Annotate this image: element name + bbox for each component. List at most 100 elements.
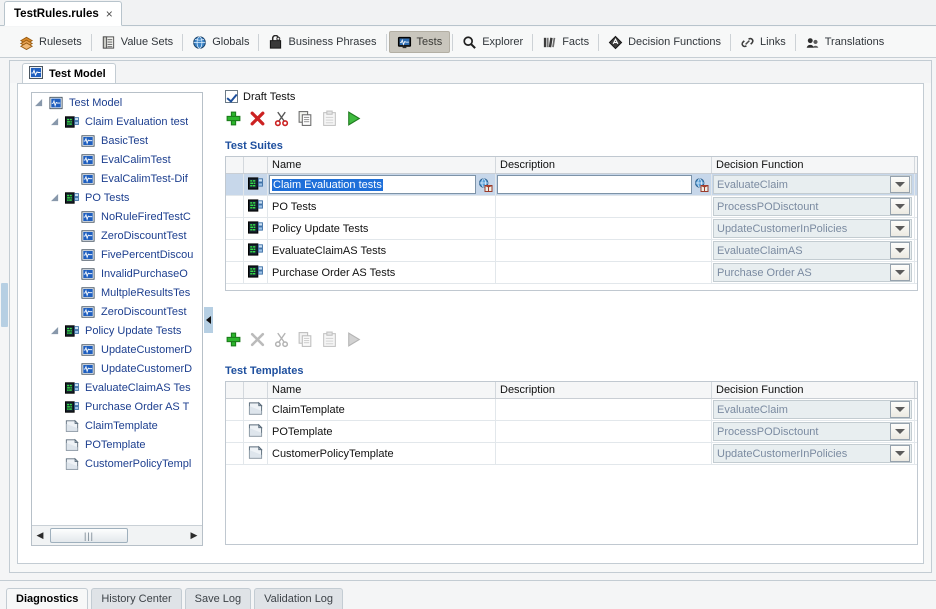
- expand-arrow-icon[interactable]: [54, 193, 63, 202]
- test-suite-name-cell[interactable]: Claim Evaluation tests: [268, 174, 496, 195]
- row-selector[interactable]: [226, 443, 244, 464]
- decision-function-select[interactable]: EvaluateClaimAS: [713, 241, 912, 260]
- test-suite-name-cell[interactable]: Policy Update Tests: [268, 218, 496, 239]
- row-selector[interactable]: [226, 399, 244, 420]
- tab-test-model[interactable]: Test Model: [22, 63, 116, 83]
- row-selector[interactable]: [226, 421, 244, 442]
- decision-function-select[interactable]: ProcessPODisctount: [713, 422, 912, 441]
- test-suite-row[interactable]: Policy Update Tests UpdateCustomerInPolic…: [226, 218, 917, 240]
- chevron-down-icon[interactable]: [890, 423, 910, 440]
- test-suite-name-cell[interactable]: Purchase Order AS Tests: [268, 262, 496, 283]
- test-template-decision-function-cell[interactable]: EvaluateClaim: [712, 399, 915, 420]
- toolbar-item-decision-functions[interactable]: Decision Functions: [601, 31, 728, 53]
- globe-book-icon[interactable]: [693, 177, 710, 193]
- test-template-row[interactable]: CustomerPolicyTemplate UpdateCustomerInPo…: [226, 443, 917, 465]
- test-suite-decision-function-cell[interactable]: EvaluateClaimAS: [712, 240, 915, 261]
- tree-item-basictest[interactable]: BasicTest: [32, 131, 202, 150]
- chevron-down-icon[interactable]: [890, 176, 910, 193]
- chevron-down-icon[interactable]: [890, 242, 910, 259]
- tree-horizontal-scrollbar[interactable]: ◀ ||| ▶: [32, 525, 202, 545]
- row-selector[interactable]: [226, 218, 244, 239]
- toolbar-item-tests[interactable]: Tests: [388, 31, 451, 53]
- test-template-row[interactable]: ClaimTemplate EvaluateClaim: [226, 399, 917, 421]
- tree-item-zerodiscounttest[interactable]: ZeroDiscountTest: [32, 302, 202, 321]
- test-suite-description-cell[interactable]: [496, 262, 712, 283]
- decision-function-select[interactable]: EvaluateClaim: [713, 175, 912, 194]
- row-selector[interactable]: [226, 240, 244, 261]
- tree-item-purchase-order-as-t[interactable]: Purchase Order AS T: [32, 397, 202, 416]
- test-suites-copy-button[interactable]: [297, 110, 314, 127]
- test-suites-add-button[interactable]: [225, 110, 242, 127]
- test-suite-row[interactable]: Claim Evaluation tests EvaluateClaim: [226, 174, 917, 196]
- test-template-column-header[interactable]: Name: [268, 382, 496, 398]
- test-suites-delete-button[interactable]: [249, 110, 266, 127]
- toolbar-item-value-sets[interactable]: Value Sets: [94, 31, 180, 53]
- test-suites-cut-button[interactable]: [273, 110, 290, 127]
- test-suite-column-header[interactable]: Description: [496, 157, 712, 173]
- test-templates-add-button[interactable]: [225, 331, 242, 348]
- test-template-description-cell[interactable]: [496, 421, 712, 442]
- test-templates-grid[interactable]: Name Description Decision Function ClaimTem…: [225, 381, 918, 545]
- decision-function-select[interactable]: ProcessPODisctount: [713, 197, 912, 216]
- tree-item-updatecustomerd[interactable]: UpdateCustomerD: [32, 359, 202, 378]
- test-template-decision-function-cell[interactable]: ProcessPODisctount: [712, 421, 915, 442]
- test-suite-description-cell[interactable]: [496, 196, 712, 217]
- test-suite-row[interactable]: Purchase Order AS Tests Purchase Order AS: [226, 262, 917, 284]
- chevron-down-icon[interactable]: [890, 198, 910, 215]
- tree-item-customerpolicytempl[interactable]: CustomerPolicyTempl: [32, 454, 202, 473]
- test-suite-description-cell[interactable]: [496, 240, 712, 261]
- test-suite-column-header[interactable]: [226, 157, 244, 173]
- test-suite-name-cell[interactable]: EvaluateClaimAS Tests: [268, 240, 496, 261]
- decision-function-select[interactable]: EvaluateClaim: [713, 400, 912, 419]
- decision-function-select[interactable]: UpdateCustomerInPolicies: [713, 444, 912, 463]
- test-template-column-header[interactable]: Decision Function: [712, 382, 915, 398]
- expand-arrow-icon[interactable]: [54, 326, 63, 335]
- tree-item-po-tests[interactable]: PO Tests: [32, 188, 202, 207]
- expand-arrow-icon[interactable]: [38, 98, 47, 107]
- test-template-row[interactable]: POTemplate ProcessPODisctount: [226, 421, 917, 443]
- scroll-thumb[interactable]: |||: [50, 528, 128, 543]
- test-template-name-cell[interactable]: ClaimTemplate: [268, 399, 496, 420]
- left-splitter-grip[interactable]: [1, 283, 8, 327]
- test-template-decision-function-cell[interactable]: UpdateCustomerInPolicies: [712, 443, 915, 464]
- tree-item-evaluateclaimas-tes[interactable]: EvaluateClaimAS Tes: [32, 378, 202, 397]
- toolbar-item-links[interactable]: Links: [733, 31, 793, 53]
- row-selector[interactable]: [226, 174, 244, 195]
- log-tab-history-center[interactable]: History Center: [91, 588, 182, 609]
- test-suite-decision-function-cell[interactable]: UpdateCustomerInPolicies: [712, 218, 915, 239]
- test-suites-grid[interactable]: Name Description Decision Function Claim Ev…: [225, 156, 918, 291]
- row-selector[interactable]: [226, 262, 244, 283]
- tree-item-claim-evaluation-test[interactable]: Claim Evaluation test: [32, 112, 202, 131]
- draft-tests-checkbox[interactable]: [225, 90, 238, 103]
- log-tab-save-log[interactable]: Save Log: [184, 588, 252, 609]
- test-template-name-cell[interactable]: CustomerPolicyTemplate: [268, 443, 496, 464]
- tree-item-evalcalimtest[interactable]: EvalCalimTest: [32, 150, 202, 169]
- document-tab-testrules[interactable]: TestRules.rules ×: [4, 1, 122, 26]
- name-editor[interactable]: Claim Evaluation tests: [269, 175, 476, 194]
- tree-item-claimtemplate[interactable]: ClaimTemplate: [32, 416, 202, 435]
- test-suite-row[interactable]: PO Tests ProcessPODisctount: [226, 196, 917, 218]
- test-suite-column-header[interactable]: Decision Function: [712, 157, 915, 173]
- row-selector[interactable]: [226, 196, 244, 217]
- test-template-column-header[interactable]: [244, 382, 268, 398]
- tree-item-policy-update-tests[interactable]: Policy Update Tests: [32, 321, 202, 340]
- log-tab-validation-log[interactable]: Validation Log: [254, 588, 344, 609]
- test-template-description-cell[interactable]: [496, 443, 712, 464]
- toolbar-item-facts[interactable]: Facts: [535, 31, 596, 53]
- test-suite-row[interactable]: EvaluateClaimAS Tests EvaluateClaimAS: [226, 240, 917, 262]
- expand-arrow-icon[interactable]: [54, 117, 63, 126]
- chevron-down-icon[interactable]: [890, 264, 910, 281]
- left-splitter[interactable]: [0, 58, 9, 579]
- tree-item-zerodiscounttest[interactable]: ZeroDiscountTest: [32, 226, 202, 245]
- chevron-down-icon[interactable]: [890, 220, 910, 237]
- tree-item-multpleresultstes[interactable]: MultpleResultsTes: [32, 283, 202, 302]
- decision-function-select[interactable]: UpdateCustomerInPolicies: [713, 219, 912, 238]
- test-suite-name-cell[interactable]: PO Tests: [268, 196, 496, 217]
- close-icon[interactable]: ×: [106, 8, 113, 20]
- test-template-name-cell[interactable]: POTemplate: [268, 421, 496, 442]
- globe-book-icon[interactable]: [477, 177, 494, 193]
- tree-item-evalcalimtest-dif[interactable]: EvalCalimTest-Dif: [32, 169, 202, 188]
- tree-item-norulefiredtestc[interactable]: NoRuleFiredTestC: [32, 207, 202, 226]
- chevron-down-icon[interactable]: [890, 445, 910, 462]
- toolbar-item-business-phrases[interactable]: Business Phrases: [261, 31, 383, 53]
